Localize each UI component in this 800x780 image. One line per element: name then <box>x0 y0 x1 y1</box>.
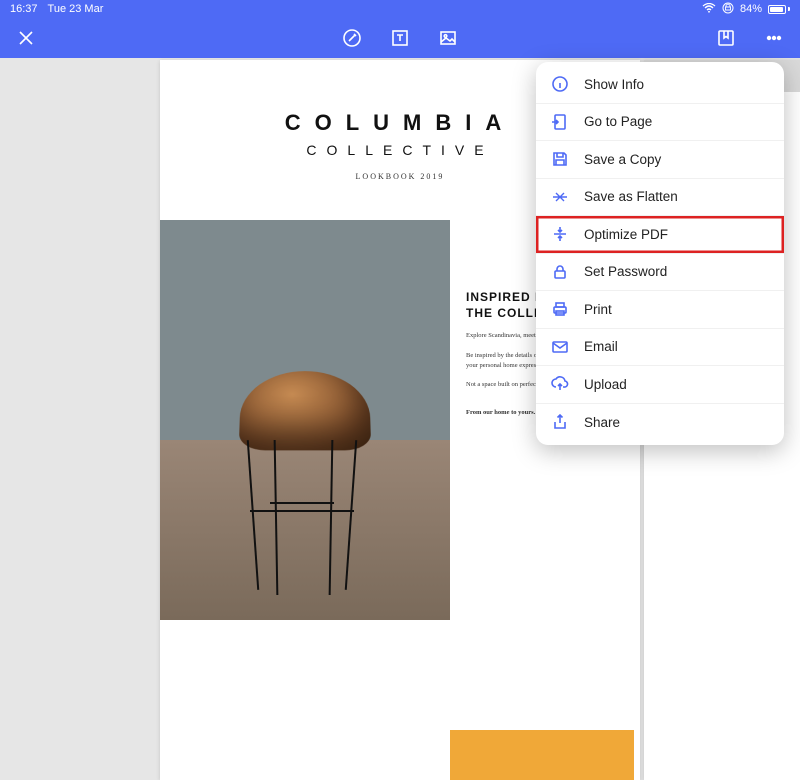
menu-print[interactable]: Print <box>536 291 784 329</box>
info-icon <box>550 74 570 94</box>
menu-email[interactable]: Email <box>536 329 784 367</box>
goto-page-icon <box>550 112 570 132</box>
share-icon <box>550 412 570 432</box>
menu-optimize-pdf[interactable]: Optimize PDF <box>536 216 784 254</box>
more-icon[interactable] <box>764 28 784 48</box>
menu-share[interactable]: Share <box>536 404 784 442</box>
status-date: Tue 23 Mar <box>48 3 104 15</box>
annotate-icon[interactable] <box>342 28 362 48</box>
optimize-icon <box>550 224 570 244</box>
menu-label: Go to Page <box>584 114 652 129</box>
status-bar: 16:37 Tue 23 Mar 84% <box>0 0 800 18</box>
orientation-lock-icon <box>722 2 734 17</box>
bookmark-icon[interactable] <box>716 28 736 48</box>
battery-icon <box>768 5 790 14</box>
close-icon[interactable] <box>16 28 36 48</box>
menu-label: Email <box>584 339 618 354</box>
menu-label: Print <box>584 302 612 317</box>
menu-label: Share <box>584 415 620 430</box>
more-menu-popover: Show Info Go to Page Save a Copy Save as… <box>536 62 784 445</box>
doc-accent-bar <box>450 730 634 780</box>
menu-save-flatten[interactable]: Save as Flatten <box>536 179 784 217</box>
text-tool-icon[interactable] <box>390 28 410 48</box>
wifi-icon <box>702 3 716 16</box>
menu-save-copy[interactable]: Save a Copy <box>536 141 784 179</box>
flatten-icon <box>550 187 570 207</box>
upload-icon <box>550 374 570 394</box>
doc-photo <box>160 220 450 620</box>
menu-label: Optimize PDF <box>584 227 668 242</box>
toolbar <box>0 18 800 58</box>
menu-label: Show Info <box>584 77 644 92</box>
menu-label: Save a Copy <box>584 152 661 167</box>
lock-icon <box>550 262 570 282</box>
menu-set-password[interactable]: Set Password <box>536 254 784 292</box>
menu-label: Save as Flatten <box>584 189 678 204</box>
save-icon <box>550 149 570 169</box>
print-icon <box>550 299 570 319</box>
image-tool-icon[interactable] <box>438 28 458 48</box>
status-time: 16:37 <box>10 3 38 15</box>
menu-label: Upload <box>584 377 627 392</box>
menu-upload[interactable]: Upload <box>536 366 784 404</box>
email-icon <box>550 337 570 357</box>
battery-pct: 84% <box>740 3 762 15</box>
menu-show-info[interactable]: Show Info <box>536 66 784 104</box>
menu-label: Set Password <box>584 264 667 279</box>
menu-go-to-page[interactable]: Go to Page <box>536 104 784 142</box>
